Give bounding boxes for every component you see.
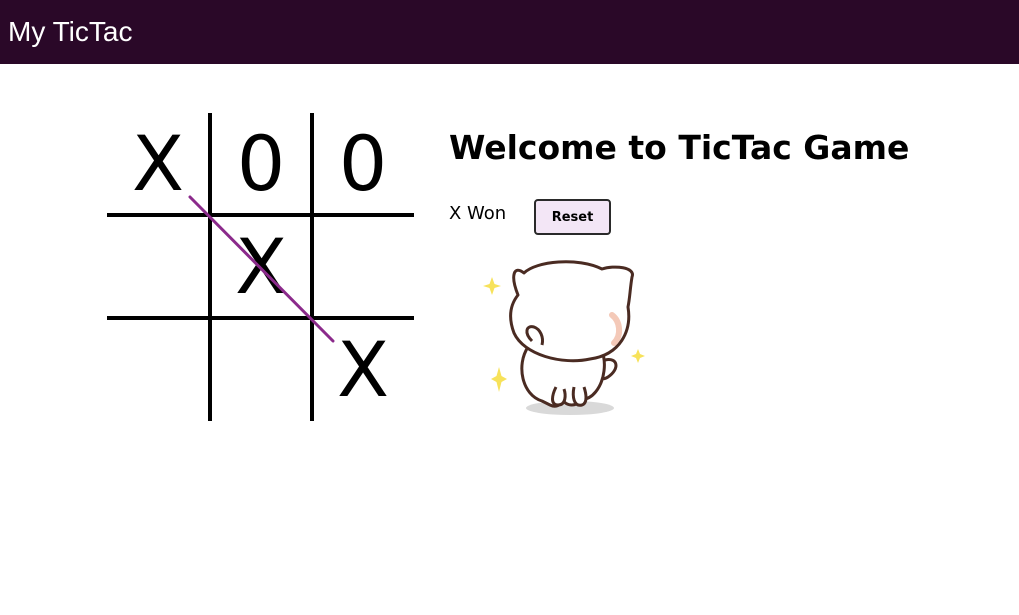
board-cell-9[interactable]: X [312, 319, 414, 421]
game-board: X 0 0 X X [107, 113, 414, 421]
board-cell-6[interactable] [312, 216, 414, 318]
grid-line-horizontal-2 [107, 316, 414, 320]
grid-line-vertical-1 [208, 113, 212, 421]
app-title: My TicTac [8, 16, 133, 47]
board-cell-1[interactable]: X [107, 113, 209, 215]
board-cell-8[interactable] [210, 319, 312, 421]
reset-button[interactable]: Reset [534, 199, 611, 235]
page-heading: Welcome to TicTac Game [449, 128, 910, 167]
board-cell-4[interactable] [107, 216, 209, 318]
board-cell-2[interactable]: 0 [210, 113, 312, 215]
board-cell-5[interactable]: X [210, 216, 312, 318]
grid-line-horizontal-1 [107, 213, 414, 217]
game-status: X Won [449, 203, 507, 224]
app-bar: My TicTac [0, 0, 1019, 64]
celebrating-cat-sticker-icon [483, 260, 645, 415]
board-cell-3[interactable]: 0 [312, 113, 414, 215]
board-cell-7[interactable] [107, 319, 209, 421]
grid-line-vertical-2 [310, 113, 314, 421]
